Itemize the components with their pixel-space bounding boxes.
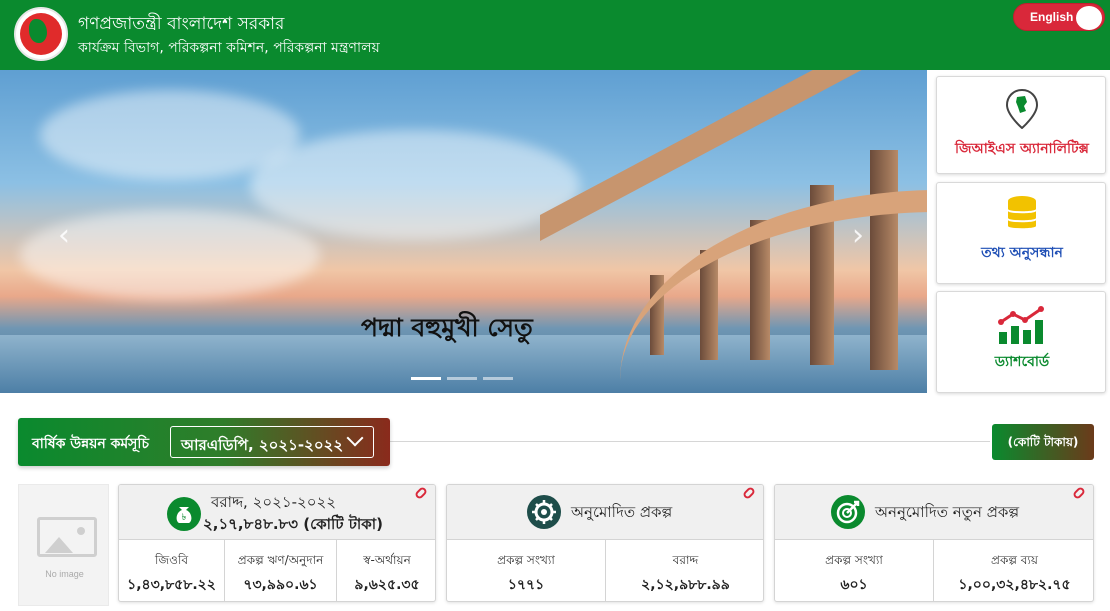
slider-prev-icon[interactable]: ‹ [58,218,70,253]
gis-analytics-label: জিআইএস অ্যানালিটিক্স [955,141,1089,157]
unit-badge[interactable]: (কোটি টাকায়) [992,424,1094,460]
cell-label: বরাদ্দ [672,553,699,567]
data-search-label: তথ্য অনুসন্ধান [981,245,1063,261]
section-divider [390,441,990,442]
no-image-text: No image [45,569,84,579]
approved-cell-allocation: বরাদ্দ ২,১২,৯৮৮.৯৯ [606,540,763,601]
dashboard-label: ড্যাশবোর্ড [994,354,1050,370]
cell-label: স্ব-অর্থায়ন [363,553,411,567]
site-subtitle: কার্যক্রম বিভাগ, পরিকল্পনা কমিশন, পরিকল্… [78,40,380,56]
approved-cell-count: প্রকল্প সংখ্যা ১৭৭১ [447,540,606,601]
adp-year-select[interactable]: আরএডিপি, ২০২১-২০২২ [170,426,374,458]
unapproved-cell-cost: প্রকল্প ব্যয় ১,০০,৩২,৪৮২.৭৫ [934,540,1093,601]
data-search-card[interactable]: তথ্য অনুসন্ধান [936,182,1106,284]
government-logo[interactable] [14,7,68,61]
gear-icon [527,495,561,529]
approved-projects-card: অনুমোদিত প্রকল্প প্রকল্প সংখ্যা ১৭৭১ বরা… [446,484,764,602]
slider-indicators [411,365,519,384]
mountain-shape [45,537,73,553]
slider-next-icon[interactable]: › [852,218,864,253]
cell-value: ৭৩,৯৯০.৬১ [243,577,318,593]
taka-bag-icon: ৳ [167,497,201,531]
allocation-cell-loan: প্রকল্প ঋণ/অনুদান ৭৩,৯৯০.৬১ [225,540,337,601]
cell-label: প্রকল্প ঋণ/অনুদান [237,553,324,567]
unapproved-projects-card: অননুমোদিত নতুন প্রকল্প প্রকল্প সংখ্যা ৬০… [774,484,1094,602]
adp-label: বার্ষিক উন্নয়ন কর্মসূচি [32,436,149,452]
logo-map-shape [29,19,47,43]
top-header: গণপ্রজাতন্ত্রী বাংলাদেশ সরকার কার্যক্রম … [0,0,1110,70]
cell-value: ২,১২,৯৮৮.৯৯ [641,577,730,593]
gis-analytics-card[interactable]: জিআইএস অ্যানালিটিক্স [936,76,1106,174]
unit-label: (কোটি টাকায়) [1007,435,1079,449]
chart-icon [998,306,1044,344]
adp-filter-bar: বার্ষিক উন্নয়ন কর্মসূচি আরএডিপি, ২০২১-২… [18,418,390,466]
language-toggle[interactable]: English [1013,3,1105,31]
approved-title: অনুমোদিত প্রকল্প [571,503,673,521]
dashboard-card[interactable]: ড্যাশবোর্ড [936,291,1106,393]
cell-value: ১,৪৩,৮৫৮.২২ [127,577,216,593]
site-title: গণপ্রজাতন্ত্রী বাংলাদেশ সরকার [78,14,285,34]
cell-value: ১৭৭১ [507,577,545,593]
slider-dot[interactable] [483,377,513,380]
adp-selected-value: আরএডিপি, ২০২১-২০২২ [181,436,344,454]
allocation-card: ৳ বরাদ্দ, ২০২১-২০২২ ২,১৭,৮৪৮.৮৩ (কোটি টা… [118,484,436,602]
cell-label: প্রকল্প সংখ্যা [825,553,883,567]
hero-caption: পদ্মা বহুমুখী সেতু [361,313,533,342]
slider-dot[interactable] [447,377,477,380]
database-icon [1008,196,1036,229]
cell-value: ৯,৬২৫.৩৫ [354,577,420,593]
chevron-down-icon [346,429,364,447]
svg-text:৳: ৳ [182,513,187,523]
allocation-cell-gob: জিওবি ১,৪৩,৮৫৮.২২ [119,540,225,601]
map-pin-icon [1005,89,1039,129]
toggle-knob [1076,6,1102,30]
allocation-cell-self-finance: স্ব-অর্থায়ন ৯,৬২৫.৩৫ [337,540,435,601]
cell-value: ১,০০,৩২,৪৮২.৭৫ [958,577,1071,593]
target-icon [831,495,865,529]
allocation-total: ২,১৭,৮৪৮.৮৩ (কোটি টাকা) [203,515,383,533]
unapproved-title: অননুমোদিত নতুন প্রকল্প [875,503,1020,521]
unapproved-cell-count: প্রকল্প সংখ্যা ৬০১ [775,540,934,601]
no-image-placeholder: No image [18,484,109,606]
cell-label: প্রকল্প ব্যয় [991,553,1038,567]
cell-label: জিওবি [154,553,189,567]
slider-dot[interactable] [411,377,441,380]
cell-value: ৬০১ [840,577,868,593]
hero-slider: পদ্মা বহুমুখী সেতু ‹ › [0,70,927,393]
language-toggle-label: English [1030,10,1074,24]
bridge-arch [620,190,927,380]
hero-cloud [250,130,580,240]
cell-label: প্রকল্প সংখ্যা [497,553,555,567]
sun-shape [77,527,85,535]
